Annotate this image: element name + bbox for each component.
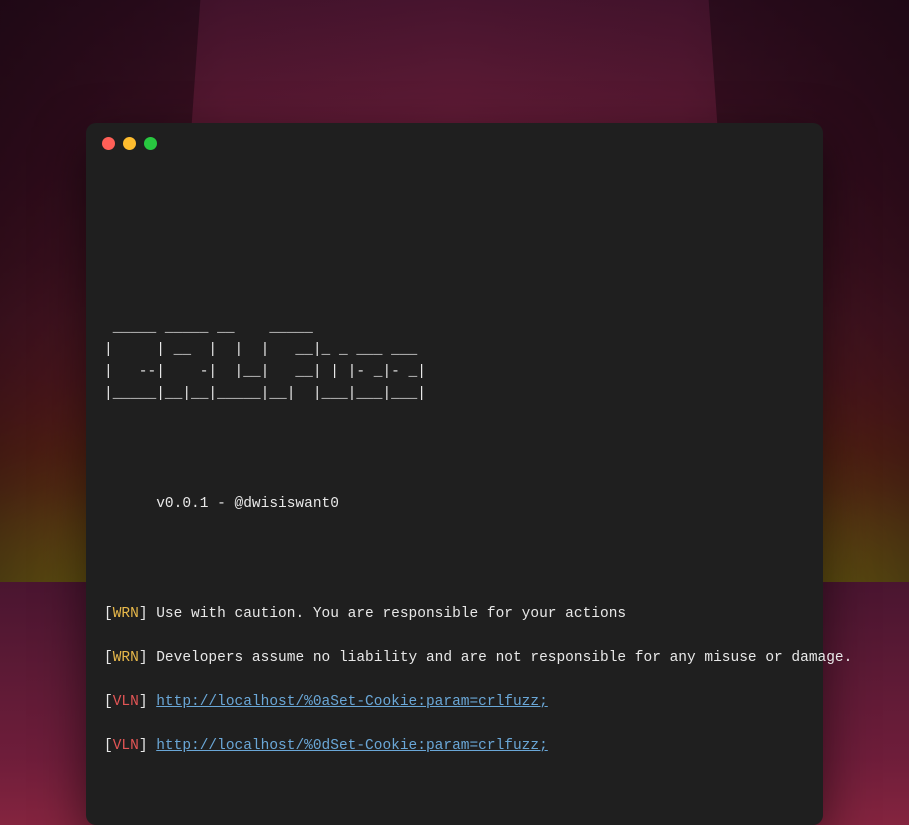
tag-wrn: WRN xyxy=(113,650,139,666)
log-line-vln-2: [VLN] http://localhost/%0dSet-Cookie:par… xyxy=(104,735,805,757)
log-line-wrn-1: [WRN] Use with caution. You are responsi… xyxy=(104,603,805,625)
log-text: Developers assume no liability and are n… xyxy=(148,650,853,666)
terminal-output[interactable]: _____ _____ __ _____ | | __ | | | __|_ _… xyxy=(86,163,823,801)
minimize-icon[interactable] xyxy=(123,137,136,150)
maximize-icon[interactable] xyxy=(144,137,157,150)
tag-vln: VLN xyxy=(113,738,139,754)
close-icon[interactable] xyxy=(102,137,115,150)
log-line-wrn-2: [WRN] Developers assume no liability and… xyxy=(104,647,805,669)
log-line-vln-1: [VLN] http://localhost/%0aSet-Cookie:par… xyxy=(104,691,805,713)
log-text: Use with caution. You are responsible fo… xyxy=(148,606,627,622)
version-line: v0.0.1 - @dwisiswant0 xyxy=(104,493,805,515)
tag-vln: VLN xyxy=(113,694,139,710)
terminal-window: _____ _____ __ _____ | | __ | | | __|_ _… xyxy=(86,123,823,825)
vulnerable-url[interactable]: http://localhost/%0dSet-Cookie:param=crl… xyxy=(156,738,548,754)
ascii-banner: _____ _____ __ _____ | | __ | | | __|_ _… xyxy=(104,317,805,405)
vulnerable-url[interactable]: http://localhost/%0aSet-Cookie:param=crl… xyxy=(156,694,548,710)
window-titlebar[interactable] xyxy=(86,123,823,163)
tag-wrn: WRN xyxy=(113,606,139,622)
